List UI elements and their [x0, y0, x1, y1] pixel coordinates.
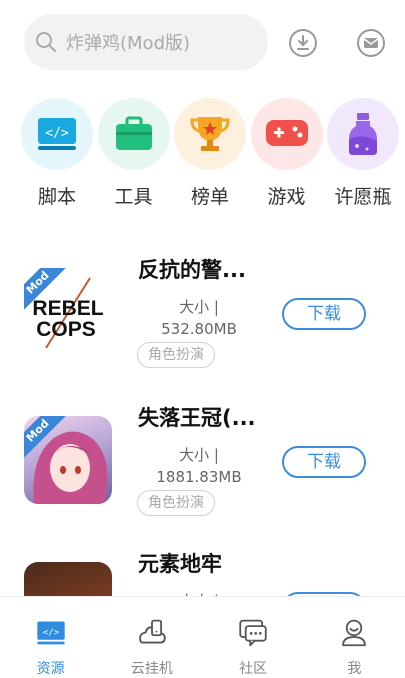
app-size: 大小 | 1881.83MB	[134, 444, 264, 488]
list-item[interactable]: Mod 失落王冠(... 大小 | 1881.83MB 角色扮演 下载	[24, 402, 384, 522]
size-value: 1881.83MB	[156, 468, 242, 486]
category-label: 游戏	[267, 186, 306, 208]
category-tools[interactable]: 工具	[97, 98, 171, 209]
app-title: 元素地牢	[138, 552, 222, 576]
logo-line-1: REBEL	[32, 297, 103, 320]
category-script-circle: </>	[21, 98, 93, 170]
resource-icon: </>	[36, 621, 65, 645]
category-row: </> 脚本 工具 榜单 游戏 许愿瓶	[20, 98, 400, 209]
code-screen-icon: </>	[38, 118, 76, 150]
nav-resources[interactable]: </> 资源	[0, 597, 101, 678]
trophy-icon	[190, 117, 230, 151]
category-ranking-circle	[174, 98, 246, 170]
gamepad-icon	[265, 120, 308, 146]
category-script[interactable]: </> 脚本	[20, 98, 94, 209]
download-button[interactable]: 下载	[282, 446, 366, 478]
category-wish-bottle-circle	[327, 98, 399, 170]
search-bar[interactable]: 炸弹鸡(Mod版)	[24, 14, 268, 70]
nav-community[interactable]: 社区	[203, 597, 304, 678]
nav-label: 社区	[239, 661, 268, 677]
app-title: 反抗的警...	[138, 258, 246, 282]
download-icon[interactable]	[288, 28, 318, 58]
category-wish-bottle[interactable]: 许愿瓶	[326, 98, 400, 209]
category-label: 许愿瓶	[334, 186, 392, 208]
nav-profile[interactable]: 我	[304, 597, 405, 678]
size-label: 大小 |	[179, 298, 219, 316]
logo-line-2: COPS	[36, 318, 96, 341]
genre-tag: 角色扮演	[137, 490, 215, 516]
bottom-nav: </> 资源 云挂机 社区 我	[0, 596, 405, 678]
size-value: 532.80MB	[161, 320, 237, 338]
bottle-icon	[349, 113, 377, 155]
nav-label: 资源	[36, 661, 65, 677]
category-label: 脚本	[37, 186, 76, 208]
nav-label: 云挂机	[130, 661, 173, 677]
search-placeholder: 炸弹鸡(Mod版)	[66, 33, 191, 54]
nav-cloud-device[interactable]: 云挂机	[101, 597, 202, 678]
svg-text:</>: </>	[45, 126, 69, 141]
category-games[interactable]: 游戏	[250, 98, 324, 209]
mail-icon[interactable]	[356, 28, 386, 58]
toolbox-icon	[115, 116, 152, 150]
app-icon-lost-crown: Mod	[24, 416, 112, 504]
category-tools-circle	[97, 98, 170, 170]
nav-label: 我	[347, 661, 362, 677]
cloud-device-icon	[139, 619, 166, 644]
profile-icon	[342, 619, 367, 647]
header: 炸弹鸡(Mod版)	[24, 14, 387, 70]
category-ranking[interactable]: 榜单	[173, 98, 247, 209]
list-item[interactable]: REBEL COPS Mod 反抗的警... 大小 | 532.80MB 角色扮…	[24, 254, 384, 374]
category-label: 工具	[114, 186, 153, 208]
size-label: 大小 |	[179, 446, 219, 464]
app-icon-rebel-cops: REBEL COPS Mod	[24, 268, 112, 356]
svg-text:</>: </>	[42, 628, 59, 638]
search-icon	[36, 32, 56, 52]
download-button[interactable]: 下载	[282, 298, 366, 330]
category-label: 榜单	[190, 186, 229, 208]
category-games-circle	[250, 98, 323, 170]
community-chat-icon	[239, 619, 267, 647]
app-title: 失落王冠(...	[138, 406, 256, 430]
app-size: 大小 | 532.80MB	[134, 296, 264, 340]
genre-tag: 角色扮演	[137, 342, 215, 368]
